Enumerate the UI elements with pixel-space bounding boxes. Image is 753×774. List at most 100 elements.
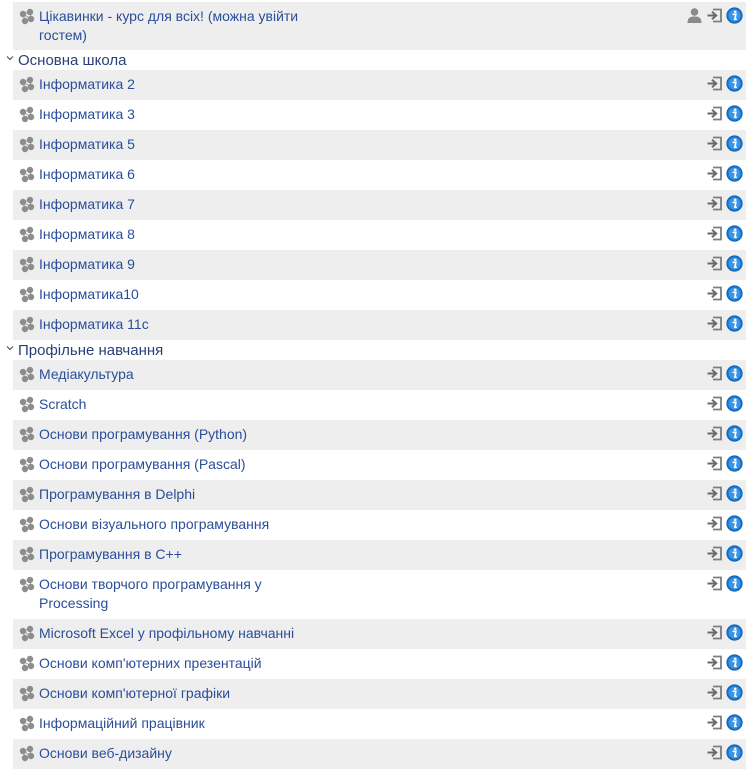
course-row: Інформатика 8 — [13, 220, 746, 250]
course-icon — [19, 396, 35, 413]
info-icon[interactable] — [726, 574, 743, 592]
info-icon[interactable] — [726, 224, 743, 242]
course-link[interactable]: Основи веб-дизайну — [39, 744, 319, 763]
course-link[interactable]: Інформатика 7 — [39, 195, 319, 214]
course-link[interactable]: Інформатика 3 — [39, 105, 319, 124]
course-icon — [19, 456, 35, 473]
course-icon — [19, 316, 35, 333]
self-enrol-icon[interactable] — [706, 315, 723, 332]
course-link[interactable]: Інформатика 5 — [39, 135, 319, 154]
info-icon[interactable] — [726, 424, 743, 442]
self-enrol-icon[interactable] — [706, 545, 723, 562]
course-row: Microsoft Excel у профільному навчанні — [13, 619, 746, 649]
course-actions — [706, 574, 743, 592]
self-enrol-icon[interactable] — [706, 624, 723, 641]
info-icon[interactable] — [726, 713, 743, 731]
info-icon[interactable] — [726, 194, 743, 212]
self-enrol-icon[interactable] — [706, 515, 723, 532]
course-link[interactable]: Інформатика 8 — [39, 225, 319, 244]
course-actions — [706, 713, 743, 731]
course-actions — [706, 224, 743, 242]
course-link[interactable]: Програмування в С++ — [39, 545, 319, 564]
course-link[interactable]: Інформаційний працівник — [39, 714, 319, 733]
course-link[interactable]: Основи комп'ютерних презентацій — [39, 654, 319, 673]
self-enrol-icon[interactable] — [706, 744, 723, 761]
self-enrol-icon[interactable] — [706, 285, 723, 302]
info-icon[interactable] — [726, 653, 743, 671]
course-icon — [19, 166, 35, 183]
info-icon[interactable] — [726, 134, 743, 152]
self-enrol-icon[interactable] — [706, 455, 723, 472]
self-enrol-icon[interactable] — [706, 485, 723, 502]
course-row: Інформатика 6 — [13, 160, 746, 190]
self-enrol-icon[interactable] — [706, 365, 723, 382]
self-enrol-icon[interactable] — [706, 165, 723, 182]
info-icon[interactable] — [726, 364, 743, 382]
guest-access-icon[interactable] — [686, 7, 703, 24]
course-link[interactable]: Інформатика 6 — [39, 165, 319, 184]
course-icon — [19, 366, 35, 383]
self-enrol-icon[interactable] — [706, 195, 723, 212]
info-icon[interactable] — [726, 6, 743, 24]
course-row: Медіакультура — [13, 360, 746, 390]
course-link[interactable]: Scratch — [39, 395, 319, 414]
course-row: Scratch — [13, 390, 746, 420]
course-link[interactable]: Інформатика10 — [39, 285, 319, 304]
course-row: Інформатика 2 — [13, 70, 746, 100]
info-icon[interactable] — [726, 164, 743, 182]
self-enrol-icon[interactable] — [706, 225, 723, 242]
self-enrol-icon[interactable] — [706, 255, 723, 272]
course-link[interactable]: Інформатика 2 — [39, 75, 319, 94]
course-row: Програмування в С++ — [13, 540, 746, 570]
info-icon[interactable] — [726, 74, 743, 92]
course-icon — [19, 625, 35, 642]
self-enrol-icon[interactable] — [706, 684, 723, 701]
course-link[interactable]: Microsoft Excel у профільному навчанні — [39, 624, 319, 643]
info-icon[interactable] — [726, 743, 743, 761]
course-link[interactable]: Інформатика 9 — [39, 255, 319, 274]
info-icon[interactable] — [726, 514, 743, 532]
course-actions — [706, 194, 743, 212]
course-link[interactable]: Основи творчого програмування у Processi… — [39, 575, 319, 613]
course-link[interactable]: Основи програмування (Python) — [39, 425, 319, 444]
course-icon — [19, 106, 35, 123]
category-header: Профільне навчання — [0, 341, 753, 361]
course-row: Інформаційний працівник — [13, 709, 746, 739]
course-row: Інформатика 5 — [13, 130, 746, 160]
course-actions — [706, 254, 743, 272]
self-enrol-icon[interactable] — [706, 105, 723, 122]
self-enrol-icon[interactable] — [706, 395, 723, 412]
course-link[interactable]: Основи комп'ютерної графіки — [39, 684, 319, 703]
chevron-down-icon[interactable] — [5, 343, 15, 353]
info-icon[interactable] — [726, 104, 743, 122]
category-title[interactable]: Профільне навчання — [18, 341, 163, 361]
course-icon — [19, 685, 35, 702]
self-enrol-icon[interactable] — [706, 654, 723, 671]
self-enrol-icon[interactable] — [706, 425, 723, 442]
self-enrol-icon[interactable] — [706, 75, 723, 92]
info-icon[interactable] — [726, 284, 743, 302]
info-icon[interactable] — [726, 623, 743, 641]
course-link[interactable]: Програмування в Delphi — [39, 485, 319, 504]
course-row: Основи комп'ютерних презентацій — [13, 649, 746, 679]
course-row: Інформатика10 — [13, 280, 746, 310]
course-link[interactable]: Цікавинки - курс для всіх! (можна увійти… — [39, 7, 319, 45]
info-icon[interactable] — [726, 314, 743, 332]
self-enrol-icon[interactable] — [706, 714, 723, 731]
course-icon — [19, 196, 35, 213]
category-title[interactable]: Основна школа — [18, 51, 126, 71]
chevron-down-icon[interactable] — [5, 53, 15, 63]
info-icon[interactable] — [726, 254, 743, 272]
info-icon[interactable] — [726, 484, 743, 502]
course-link[interactable]: Медіакультура — [39, 365, 319, 384]
self-enrol-icon[interactable] — [706, 7, 723, 24]
self-enrol-icon[interactable] — [706, 575, 723, 592]
info-icon[interactable] — [726, 544, 743, 562]
course-link[interactable]: Інформатика 11с — [39, 315, 319, 334]
info-icon[interactable] — [726, 394, 743, 412]
info-icon[interactable] — [726, 683, 743, 701]
course-link[interactable]: Основи візуального програмування — [39, 515, 319, 534]
info-icon[interactable] — [726, 454, 743, 472]
self-enrol-icon[interactable] — [706, 135, 723, 152]
course-link[interactable]: Основи програмування (Pascal) — [39, 455, 319, 474]
